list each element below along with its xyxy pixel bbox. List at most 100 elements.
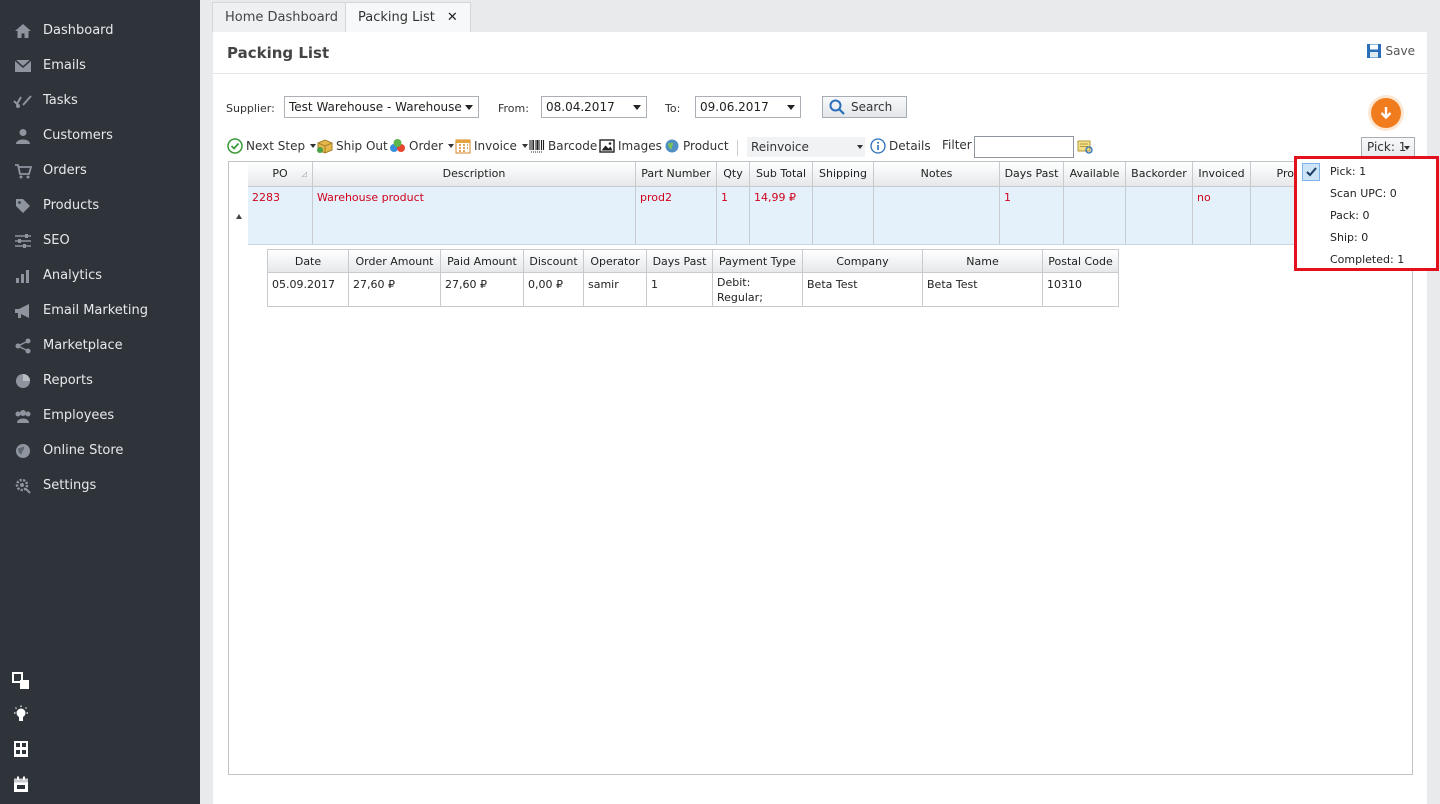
sidebar-item-label: Orders xyxy=(43,163,87,178)
reinvoice-select[interactable]: Reinvoice xyxy=(747,137,865,157)
gear-search-icon xyxy=(12,478,34,494)
megaphone-icon xyxy=(12,303,34,319)
menu-item-pack[interactable]: Pack: 0 xyxy=(1330,209,1370,222)
detail-cell-days-past: 1 xyxy=(647,273,713,307)
order-button[interactable]: Order xyxy=(389,138,455,154)
windows-icon[interactable] xyxy=(12,672,30,690)
to-date-picker[interactable]: 09.06.2017 xyxy=(695,96,801,118)
from-date-picker[interactable]: 08.04.2017 xyxy=(541,96,647,118)
detail-header-name[interactable]: Name xyxy=(923,250,1043,273)
sidebar-item-tasks[interactable]: Tasks xyxy=(0,83,200,118)
details-button[interactable]: Details xyxy=(870,138,931,154)
column-header-invoiced[interactable]: Invoiced xyxy=(1193,162,1251,187)
detail-header-order-amount[interactable]: Order Amount xyxy=(349,250,441,273)
column-header-days-past[interactable]: Days Past xyxy=(1000,162,1064,187)
images-label: Images xyxy=(618,139,662,153)
chevron-down-icon[interactable] xyxy=(448,144,455,148)
detail-header-discount[interactable]: Discount xyxy=(524,250,584,273)
detail-header-days-past[interactable]: Days Past xyxy=(647,250,713,273)
sidebar-item-employees[interactable]: Employees xyxy=(0,398,200,433)
filter-apply-button[interactable] xyxy=(1077,138,1096,154)
save-button[interactable]: Save xyxy=(1366,43,1415,59)
cell-sub-total: 14,99 ₽ xyxy=(750,187,813,245)
next-step-button[interactable]: Next Step xyxy=(227,138,317,154)
sidebar-item-email-marketing[interactable]: Email Marketing xyxy=(0,293,200,328)
table-row[interactable]: 2283 Warehouse product prod2 1 14,99 ₽ 1… xyxy=(248,187,1299,245)
detail-header-postal-code[interactable]: Postal Code xyxy=(1043,250,1119,273)
sidebar-item-reports[interactable]: Reports xyxy=(0,363,200,398)
detail-header-paid-amount[interactable]: Paid Amount xyxy=(441,250,524,273)
sidebar-item-emails[interactable]: Emails xyxy=(0,48,200,83)
column-header-sub-total[interactable]: Sub Total xyxy=(750,162,813,187)
detail-header-payment-type[interactable]: Payment Type xyxy=(713,250,803,273)
detail-cell-operator: samir xyxy=(584,273,647,307)
ship-out-button[interactable]: Ship Out xyxy=(316,138,388,154)
column-header-available[interactable]: Available xyxy=(1064,162,1126,187)
download-button[interactable] xyxy=(1371,98,1401,128)
sidebar-item-orders[interactable]: Orders xyxy=(0,153,200,188)
column-header-backorder[interactable]: Backorder xyxy=(1126,162,1193,187)
calendar-icon[interactable] xyxy=(12,775,30,793)
close-icon[interactable]: ✕ xyxy=(447,10,458,25)
detail-header-operator[interactable]: Operator xyxy=(584,250,647,273)
menu-item-scan-upc[interactable]: Scan UPC: 0 xyxy=(1330,187,1397,200)
sidebar: Dashboard Emails Tasks Customers Orders … xyxy=(0,0,200,804)
images-button[interactable]: Images xyxy=(599,138,662,154)
sidebar-item-marketplace[interactable]: Marketplace xyxy=(0,328,200,363)
sidebar-item-label: Online Store xyxy=(43,443,124,458)
column-header-pro[interactable]: Pro xyxy=(1251,162,1299,187)
column-header-notes[interactable]: Notes xyxy=(874,162,1000,187)
sidebar-item-label: Marketplace xyxy=(43,338,123,353)
invoice-button[interactable]: Invoice xyxy=(455,138,528,154)
order-label: Order xyxy=(409,139,444,153)
detail-table-row[interactable]: 05.09.2017 27,60 ₽ 27,60 ₽ 0,00 ₽ samir … xyxy=(267,273,1119,307)
lightbulb-icon[interactable] xyxy=(12,705,30,723)
column-header-qty[interactable]: Qty xyxy=(717,162,750,187)
pick-status-button[interactable]: Pick: 1 xyxy=(1361,137,1415,157)
to-label: To: xyxy=(665,102,681,115)
cell-qty: 1 xyxy=(717,187,750,245)
sidebar-item-online-store[interactable]: Online Store xyxy=(0,433,200,468)
menu-item-completed[interactable]: Completed: 1 xyxy=(1330,253,1404,266)
bar-chart-icon xyxy=(12,268,34,284)
column-header-description[interactable]: Description xyxy=(313,162,636,187)
column-header-shipping[interactable]: Shipping xyxy=(813,162,874,187)
filter-bar: Supplier: Test Warehouse - Warehouse Fro… xyxy=(213,96,1427,122)
product-button[interactable]: Product xyxy=(664,138,729,154)
tab-packing-list[interactable]: Packing List ✕ xyxy=(345,2,471,32)
order-icon xyxy=(390,139,405,152)
menu-item-ship[interactable]: Ship: 0 xyxy=(1330,231,1368,244)
calculator-icon[interactable] xyxy=(12,740,30,758)
detail-cell-payment-type: Debit: Regular; Charges: Cash xyxy=(713,273,803,307)
barcode-label: Barcode xyxy=(548,139,598,153)
chevron-down-icon[interactable] xyxy=(521,144,528,148)
detail-cell-postal-code: 10310 xyxy=(1043,273,1119,307)
column-header-po[interactable]: PO ◿ xyxy=(248,162,313,187)
tab-home-dashboard[interactable]: Home Dashboard xyxy=(212,2,352,32)
detail-header-company[interactable]: Company xyxy=(803,250,923,273)
page-header: Packing List Save xyxy=(213,32,1427,74)
sidebar-item-seo[interactable]: SEO xyxy=(0,223,200,258)
expand-row-icon[interactable] xyxy=(236,214,242,219)
menu-item-pick[interactable]: Pick: 1 xyxy=(1330,165,1366,178)
checkmark-icon xyxy=(1302,163,1320,181)
toolbar: Next Step Ship Out Order Invoice Barcode… xyxy=(213,136,1427,158)
cell-invoiced: no xyxy=(1193,187,1251,245)
cell-backorder xyxy=(1126,187,1193,245)
sidebar-item-settings[interactable]: Settings xyxy=(0,468,200,503)
search-button[interactable]: Search xyxy=(822,96,907,118)
sidebar-item-customers[interactable]: Customers xyxy=(0,118,200,153)
supplier-label: Supplier: xyxy=(226,102,275,115)
column-header-part-number[interactable]: Part Number xyxy=(636,162,717,187)
from-label: From: xyxy=(498,102,529,115)
supplier-select[interactable]: Test Warehouse - Warehouse xyxy=(284,96,479,118)
sidebar-item-label: Email Marketing xyxy=(43,303,148,318)
sidebar-item-products[interactable]: Products xyxy=(0,188,200,223)
sidebar-item-analytics[interactable]: Analytics xyxy=(0,258,200,293)
detail-header-date[interactable]: Date xyxy=(268,250,349,273)
chevron-down-icon xyxy=(857,145,863,149)
barcode-button[interactable]: Barcode xyxy=(529,138,597,154)
grid-header: PO ◿ Description Part Number Qty Sub Tota… xyxy=(248,162,1299,187)
filter-input[interactable] xyxy=(974,136,1074,158)
sidebar-item-dashboard[interactable]: Dashboard xyxy=(0,13,200,48)
